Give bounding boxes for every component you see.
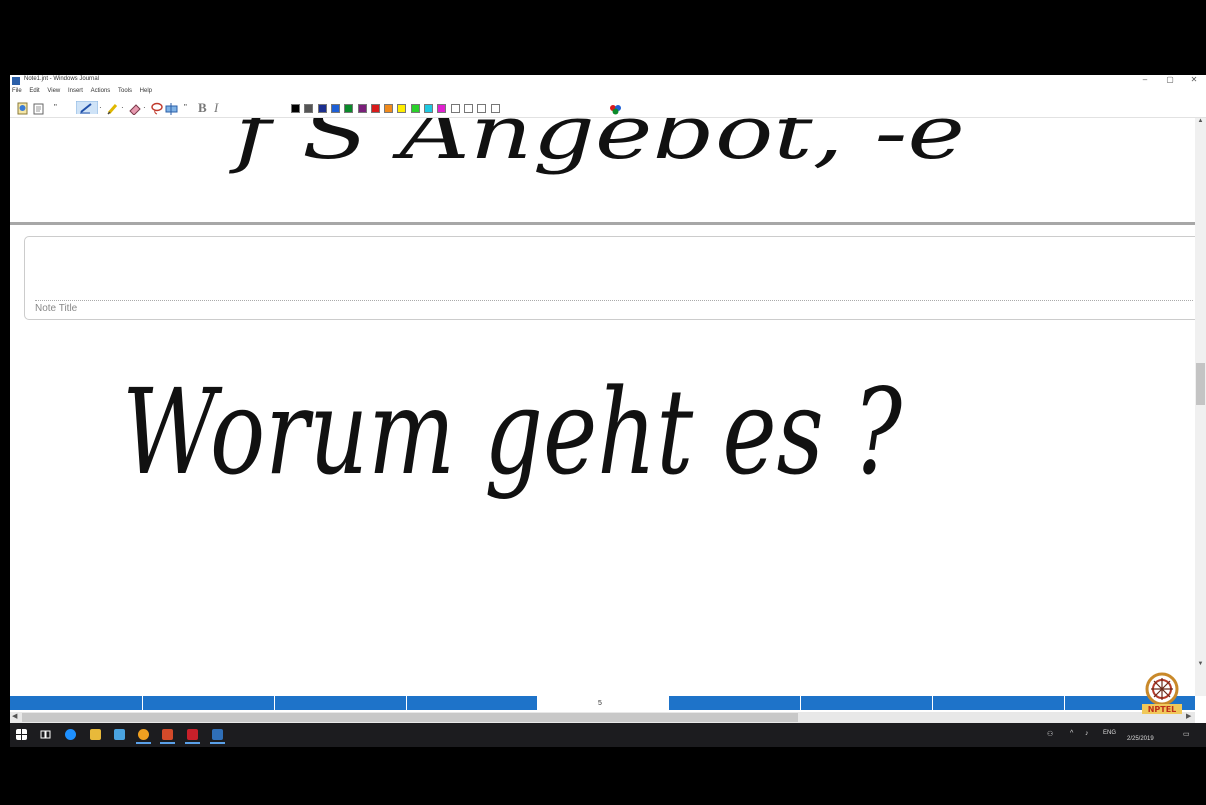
note-title-placeholder: Note Title — [35, 303, 78, 314]
bold-button[interactable]: B — [198, 101, 207, 114]
menu-view[interactable]: View — [47, 88, 60, 94]
horizontal-scroll-thumb[interactable] — [22, 713, 798, 722]
color-swatch[interactable] — [357, 104, 367, 113]
color-swatch[interactable] — [477, 104, 487, 113]
vertical-scroll-thumb[interactable] — [1196, 363, 1205, 405]
color-swatch[interactable] — [304, 104, 314, 113]
color-swatch[interactable] — [291, 104, 300, 113]
close-button[interactable]: ✕ — [1184, 75, 1204, 84]
page-separator — [10, 222, 1195, 225]
start-windows-icon[interactable] — [16, 729, 27, 740]
menu-insert[interactable]: Insert — [68, 88, 83, 94]
title-bar: Note1.jnt - Windows Journal – ▢ ✕ — [10, 75, 1206, 88]
acrobat-icon[interactable] — [185, 729, 200, 744]
maximize-button[interactable]: ▢ — [1160, 75, 1180, 84]
nptel-logo-icon: NPTEL — [1142, 672, 1182, 714]
toolbar-overflow-icon[interactable]: " — [54, 101, 57, 114]
clock-date: 2/25/2019 — [1127, 736, 1154, 742]
title-underline — [35, 300, 1193, 301]
menu-file[interactable]: File — [12, 88, 22, 94]
highlighter-icon[interactable] — [106, 102, 119, 115]
lasso-select-icon[interactable] — [150, 102, 163, 115]
handwriting-previous-page: f S Angebot, -e — [228, 118, 965, 176]
windows-journal-taskbar-icon[interactable] — [210, 729, 225, 744]
color-swatch[interactable] — [384, 104, 394, 113]
page-tab[interactable] — [933, 696, 1065, 710]
windows-taskbar: ⚇ ^ ♪ ENG 2/25/2019 ▭ — [10, 723, 1206, 747]
pen-tool-icon[interactable] — [76, 101, 98, 114]
menu-help[interactable]: Help — [140, 88, 152, 94]
menu-bar: File Edit View Insert Actions Tools Help — [10, 88, 610, 98]
page-tab[interactable] — [669, 696, 801, 710]
color-swatch[interactable] — [397, 104, 407, 113]
handwriting-current-text: Worum geht es ? — [122, 363, 903, 501]
color-swatch[interactable] — [344, 104, 354, 113]
color-swatch[interactable] — [330, 104, 340, 113]
vertical-scrollbar[interactable]: ▲ ▼ — [1195, 118, 1206, 696]
people-icon[interactable]: ⚇ — [1047, 730, 1053, 738]
color-swatch[interactable] — [370, 104, 380, 113]
toolbar-overflow-icon-2[interactable]: " — [184, 101, 187, 114]
color-swatch[interactable] — [437, 104, 447, 113]
chrome-icon[interactable] — [136, 729, 151, 744]
scroll-left-arrow-icon[interactable]: ◀ — [12, 712, 17, 720]
notifications-icon[interactable]: ▭ — [1183, 730, 1190, 738]
clock[interactable]: 2/25/2019 — [1127, 727, 1154, 743]
page-tab[interactable] — [407, 696, 538, 710]
color-swatch[interactable] — [463, 104, 473, 113]
handwriting-previous-text: f S Angebot, -e — [228, 118, 965, 176]
color-swatch[interactable] — [450, 104, 460, 113]
show-hidden-icons-icon[interactable]: ^ — [1070, 730, 1073, 737]
page-tab[interactable] — [801, 696, 933, 710]
page-tab[interactable] — [275, 696, 407, 710]
note-canvas[interactable]: f S Angebot, -e Note Title Worum geht es… — [10, 118, 1195, 696]
language-indicator[interactable]: ENG — [1103, 730, 1116, 736]
scroll-up-arrow-icon[interactable]: ▲ — [1195, 118, 1206, 124]
toolbar: " · · · " B I — [10, 99, 1206, 118]
media-player-icon[interactable] — [114, 729, 125, 740]
page-tab[interactable] — [10, 696, 143, 710]
page-tab[interactable] — [143, 696, 275, 710]
scroll-right-arrow-icon[interactable]: ▶ — [1186, 712, 1191, 720]
eraser-icon[interactable] — [128, 102, 141, 115]
italic-button[interactable]: I — [214, 101, 218, 114]
highlighter-dropdown-icon[interactable]: · — [121, 101, 124, 114]
file-explorer-icon[interactable] — [90, 729, 101, 740]
color-swatch[interactable] — [490, 104, 500, 113]
powerpoint-icon[interactable] — [160, 729, 175, 744]
color-swatch[interactable] — [317, 104, 327, 113]
menu-edit[interactable]: Edit — [29, 88, 39, 94]
edge-browser-icon[interactable] — [65, 729, 76, 740]
color-swatch[interactable] — [424, 104, 433, 113]
menu-tools[interactable]: Tools — [118, 88, 132, 94]
nptel-logo-text: NPTEL — [1148, 705, 1177, 714]
insert-space-icon[interactable] — [165, 102, 178, 115]
window-title: Note1.jnt - Windows Journal — [24, 76, 100, 82]
scroll-down-arrow-icon[interactable]: ▼ — [1195, 661, 1206, 667]
windows-journal-window: Note1.jnt - Windows Journal – ▢ ✕ File E… — [10, 75, 1206, 747]
horizontal-scrollbar[interactable]: ◀ ▶ — [10, 712, 1195, 723]
color-picker-icon[interactable] — [609, 102, 622, 115]
page-number: 5 — [598, 700, 602, 707]
new-page-icon[interactable] — [16, 102, 29, 115]
minimize-button[interactable]: – — [1135, 75, 1155, 84]
volume-icon[interactable]: ♪ — [1085, 730, 1089, 737]
pen-dropdown-icon[interactable]: · — [99, 101, 102, 114]
eraser-dropdown-icon[interactable]: · — [143, 101, 146, 114]
menu-actions[interactable]: Actions — [91, 88, 111, 94]
task-view-icon[interactable] — [40, 729, 51, 740]
handwriting-current-page: Worum geht es ? — [122, 363, 903, 501]
note-title-box[interactable]: Note Title — [24, 236, 1195, 320]
color-swatch[interactable] — [410, 104, 420, 113]
journal-app-icon — [12, 77, 20, 85]
open-note-icon[interactable] — [32, 102, 45, 115]
